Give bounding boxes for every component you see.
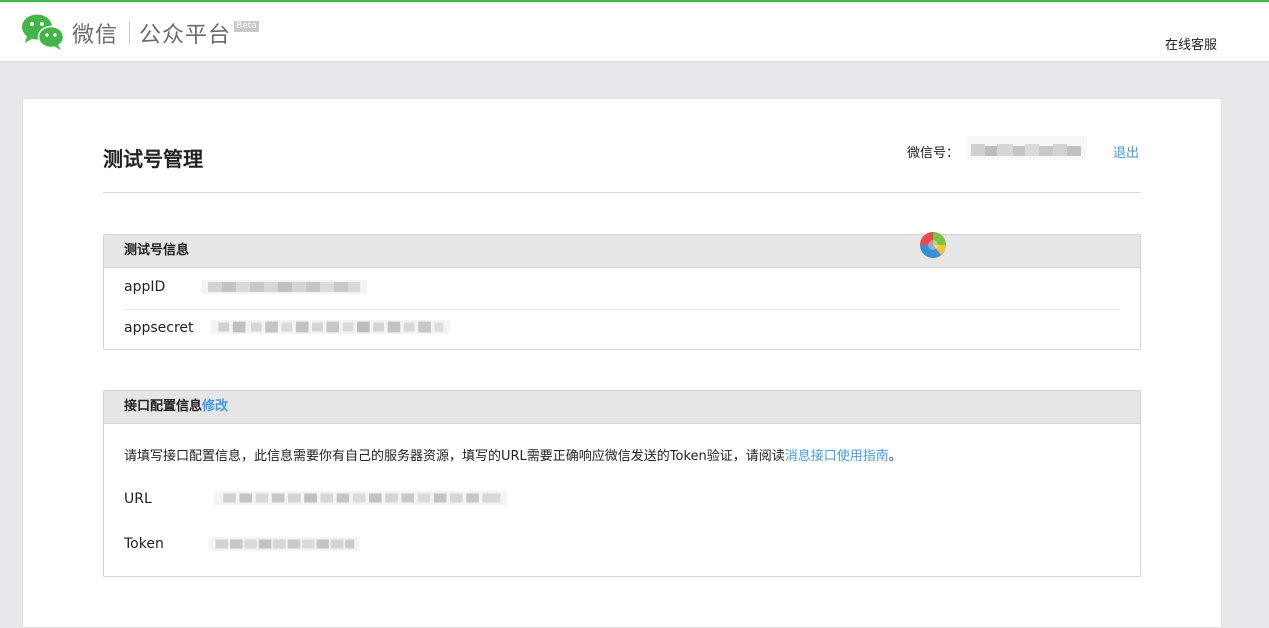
brand-divider xyxy=(129,22,130,44)
info-row-divider xyxy=(124,309,1120,310)
beta-badge: Beta xyxy=(234,21,259,32)
title-divider xyxy=(103,192,1141,193)
page-title: 测试号管理 xyxy=(103,147,203,171)
test-account-info-panel: 测试号信息 appID appsecret xyxy=(103,234,1141,350)
main-card: 测试号管理 微信号： 退出 测试号信息 appID appsecret 接口配置… xyxy=(22,98,1222,628)
top-bar: 微信 公众平台 Beta 在线客服 xyxy=(0,0,1269,62)
account-label: 微信号： xyxy=(907,146,960,161)
interface-config-panel: 接口配置信息修改 请填写接口配置信息，此信息需要你有自己的服务器资源，填写的UR… xyxy=(103,390,1141,577)
info-panel-title-text: 测试号信息 xyxy=(124,243,190,258)
config-description-text: 请填写接口配置信息，此信息需要你有自己的服务器资源，填写的URL需要正确响应微信… xyxy=(124,449,785,464)
token-label: Token xyxy=(124,536,164,552)
logout-link[interactable]: 退出 xyxy=(1113,142,1139,161)
config-panel-title-text: 接口配置信息 xyxy=(124,399,203,414)
url-value-redacted xyxy=(214,490,507,506)
config-description-end: 。 xyxy=(888,449,902,464)
brand-name[interactable]: 微信 xyxy=(72,17,118,49)
token-value-redacted xyxy=(208,536,360,552)
appsecret-value-redacted xyxy=(211,319,450,335)
url-label: URL xyxy=(124,491,152,507)
config-panel-title: 接口配置信息修改 xyxy=(104,391,1140,424)
appid-label: appID xyxy=(124,279,166,295)
config-description: 请填写接口配置信息，此信息需要你有自己的服务器资源，填写的URL需要正确响应微信… xyxy=(124,445,902,464)
wechat-logo-icon[interactable] xyxy=(21,12,65,50)
online-support-link[interactable]: 在线客服 xyxy=(1165,34,1217,53)
message-api-guide-link[interactable]: 消息接口使用指南 xyxy=(785,449,889,464)
colorful-circle-badge-icon[interactable] xyxy=(919,231,947,259)
appsecret-label: appsecret xyxy=(124,320,194,336)
info-panel-title: 测试号信息 xyxy=(104,235,1140,268)
account-value-redacted xyxy=(967,136,1087,160)
appid-value-redacted xyxy=(202,280,367,294)
brand-platform[interactable]: 公众平台 xyxy=(139,17,231,49)
config-edit-link[interactable]: 修改 xyxy=(202,399,228,414)
